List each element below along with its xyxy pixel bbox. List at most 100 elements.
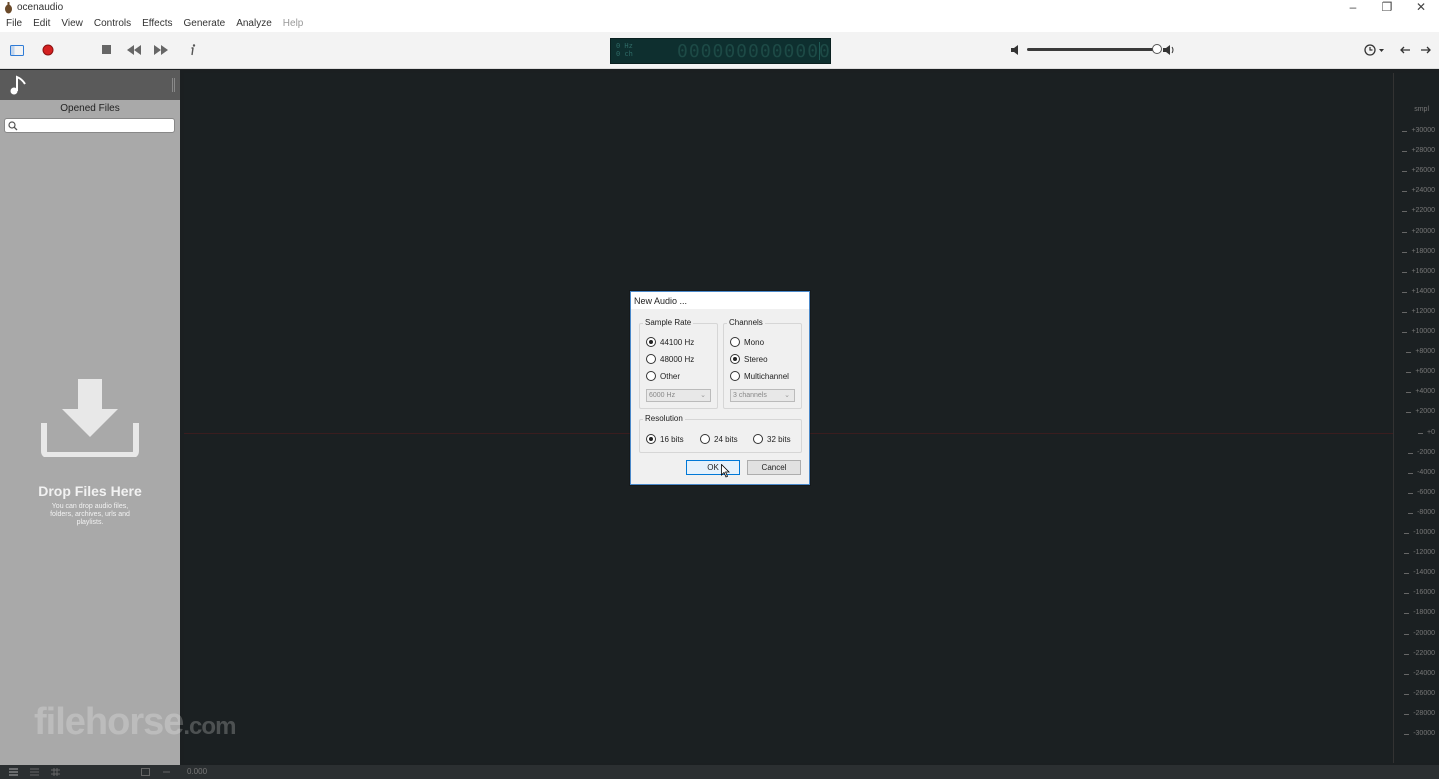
menu-effects[interactable]: Effects (142, 16, 172, 32)
ruler-tick: -14000 (1404, 569, 1435, 577)
ok-button[interactable]: OK (686, 460, 740, 475)
forward-button[interactable] (1417, 41, 1435, 59)
download-tray-icon (41, 379, 139, 457)
radio-other-rate-button[interactable] (646, 371, 656, 381)
menu-edit[interactable]: Edit (33, 16, 50, 32)
radio-16bits-button[interactable] (646, 434, 656, 444)
menu-controls[interactable]: Controls (94, 16, 131, 32)
radio-mono-button[interactable] (730, 337, 740, 347)
radio-multichannel[interactable]: Multichannel (730, 371, 789, 381)
radio-other-rate[interactable]: Other (646, 371, 680, 381)
channels-select[interactable]: 3 channels ⌄ (730, 389, 795, 402)
search-icon (8, 121, 18, 131)
menu-analyze[interactable]: Analyze (236, 16, 272, 32)
sample-rate-group: Sample Rate 44100 Hz 48000 Hz Other 6000… (639, 318, 718, 409)
ruler-tick: +10000 (1402, 328, 1435, 335)
back-button[interactable] (1396, 41, 1414, 59)
cancel-button[interactable]: Cancel (747, 460, 801, 475)
sidebar-header (0, 70, 180, 100)
clock-icon (1364, 44, 1384, 56)
ruler-tick: +22000 (1402, 207, 1435, 215)
radio-stereo-label: Stereo (744, 354, 768, 364)
ruler-tick: -4000 (1408, 468, 1435, 476)
other-rate-select[interactable]: 6000 Hz ⌄ (646, 389, 711, 402)
menu-view[interactable]: View (61, 16, 83, 32)
ruler-tick: -20000 (1404, 629, 1435, 637)
toggle-sidebar-button[interactable] (8, 41, 26, 59)
radio-32bits[interactable]: 32 bits (753, 434, 791, 444)
restore-button[interactable]: ❐ (1370, 0, 1404, 16)
ruler-tick: -12000 (1404, 549, 1435, 557)
fast-forward-icon (154, 45, 168, 55)
menu-help[interactable]: Help (283, 16, 304, 32)
stop-button[interactable] (98, 41, 116, 59)
speaker-loud-icon[interactable] (1162, 44, 1176, 56)
ruler-tick: -2000 (1408, 448, 1435, 456)
ruler-tick: +8000 (1406, 348, 1435, 356)
channels-group: Channels Mono Stereo Multichannel 3 chan… (723, 318, 802, 409)
rewind-button[interactable] (125, 41, 143, 59)
ruler-tick: +28000 (1402, 147, 1435, 155)
history-button[interactable] (1362, 41, 1388, 59)
ruler-tick: +24000 (1402, 187, 1435, 195)
ruler-tick: +0 (1418, 428, 1435, 436)
status-bar: 0.000 (0, 765, 1439, 779)
ruler-tick: +6000 (1406, 368, 1435, 376)
new-audio-dialog: New Audio ... Sample Rate 44100 Hz 48000… (630, 291, 810, 485)
radio-16bits[interactable]: 16 bits (646, 434, 684, 444)
channels-label: Channels (727, 318, 765, 327)
sidebar: Opened Files Drop Files Here You can dro… (0, 70, 180, 766)
ruler-tick: +2000 (1406, 408, 1435, 416)
radio-48000[interactable]: 48000 Hz (646, 354, 694, 364)
resolution-group: Resolution 16 bits 24 bits 32 bits (639, 414, 802, 453)
radio-44100[interactable]: 44100 Hz (646, 337, 694, 347)
radio-48000-label: 48000 Hz (660, 354, 695, 364)
grid-view-icon[interactable] (51, 768, 60, 776)
ruler-tick: +4000 (1406, 388, 1435, 396)
ruler-tick: -28000 (1404, 709, 1435, 717)
chevron-down-icon: ⌄ (784, 392, 790, 399)
radio-mono[interactable]: Mono (730, 337, 764, 347)
fast-forward-button[interactable] (152, 41, 170, 59)
lcd-level-indicator (819, 42, 827, 60)
ruler-tick: -18000 (1404, 609, 1435, 617)
dialog-titlebar: New Audio ... (631, 292, 809, 309)
volume-slider-handle[interactable] (1152, 44, 1162, 54)
amplitude-ruler: smpl +30000 +28000 +26000 +24000 +22000 +2000… (1393, 73, 1439, 763)
radio-24bits-button[interactable] (700, 434, 710, 444)
record-icon (42, 44, 54, 56)
radio-multichannel-button[interactable] (730, 371, 740, 381)
link-icon[interactable] (162, 768, 171, 776)
radio-stereo[interactable]: Stereo (730, 354, 768, 364)
record-button[interactable] (39, 41, 57, 59)
lcd-time-digits: 0000000000000 (677, 41, 831, 62)
radio-32bits-button[interactable] (753, 434, 763, 444)
menu-bar: File Edit View Controls Effects Generate… (0, 16, 1439, 32)
ruler-tick: -8000 (1408, 508, 1435, 516)
menu-file[interactable]: File (6, 16, 22, 32)
volume-slider-track[interactable] (1027, 48, 1155, 51)
minimize-button[interactable]: – (1336, 0, 1370, 16)
info-button[interactable] (184, 41, 202, 59)
radio-multichannel-label: Multichannel (744, 371, 789, 381)
speaker-mute-icon[interactable] (1010, 44, 1022, 56)
menu-generate[interactable]: Generate (184, 16, 226, 32)
radio-stereo-button[interactable] (730, 354, 740, 364)
ruler-tick: -6000 (1408, 488, 1435, 496)
watermark: filehorse.com (34, 701, 236, 743)
dialog-title: New Audio ... (634, 296, 688, 306)
radio-44100-button[interactable] (646, 337, 656, 347)
image-icon[interactable] (141, 768, 150, 776)
music-note-icon[interactable] (9, 75, 27, 95)
radio-24bits[interactable]: 24 bits (700, 434, 738, 444)
search-input[interactable] (4, 118, 175, 133)
close-button[interactable]: ✕ (1404, 0, 1438, 16)
radio-48000-button[interactable] (646, 354, 656, 364)
compact-view-icon[interactable] (30, 768, 39, 776)
chevron-down-icon: ⌄ (700, 392, 706, 399)
list-view-icon[interactable] (9, 768, 18, 776)
mouse-cursor-icon (721, 464, 730, 478)
sidebar-resize-grip[interactable] (172, 78, 175, 92)
ruler-tick: +12000 (1402, 307, 1435, 315)
radio-24bits-label: 24 bits (714, 434, 738, 444)
